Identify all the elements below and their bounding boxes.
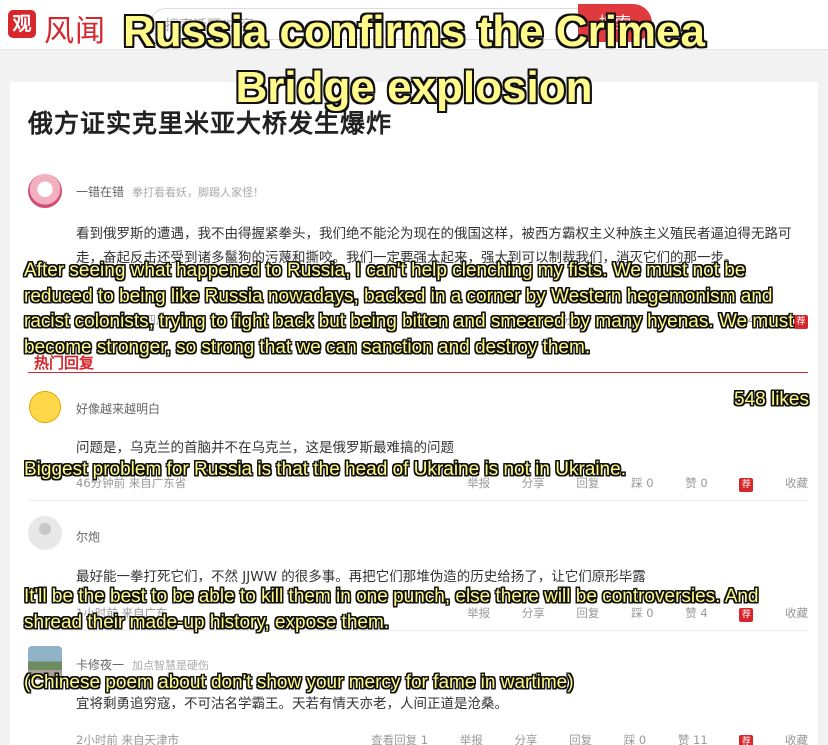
dislike-link[interactable]: 踩 0 (624, 733, 646, 745)
view-replies-link[interactable]: 查看回复 1 (371, 733, 428, 745)
comment-text: 宜将剩勇追穷寇，不可沽名学霸王。天若有情天亦老，人间正道是沧桑。 (76, 696, 508, 712)
comment-meta: 2小时前 来自天津市 (76, 733, 179, 745)
comment-user[interactable]: 一错在错 拳打看看妖，脚踢人家怪！ (76, 183, 264, 200)
report-link[interactable]: 举报 (460, 733, 483, 745)
overlay-caption-2: Biggest problem for Russia is that the h… (24, 459, 626, 480)
user-avatar[interactable] (28, 516, 62, 550)
reply-link[interactable]: 回复 (569, 733, 592, 745)
username[interactable]: 好像越来越明白 (76, 400, 160, 417)
overlay-caption-3: It'll be the best to be able to kill the… (24, 586, 759, 633)
share-link[interactable]: 分享 (514, 733, 537, 745)
comment-divider (28, 500, 808, 501)
section-divider (28, 372, 808, 373)
user-motto: 拳打看看妖，脚踢人家怪！ (132, 186, 265, 199)
username[interactable]: 尔炮 (76, 528, 100, 545)
overlay-likes-caption: 548 likes (734, 389, 809, 410)
user-avatar[interactable] (28, 390, 62, 424)
comment-item: 卡修夜一 加点智慧是硬伤 宜将剩勇追穷寇，不可沽名学霸王。天若有情天亦老，人间正道… (28, 646, 808, 745)
overlay-caption-1: After seeing what happened to Russia, I … (24, 260, 794, 358)
overlay-headline-line-2: Bridge explosion (235, 63, 593, 112)
overlay-headline-line-1: Russia confirms the Crimea (123, 7, 705, 56)
overlay-caption-4: (Chinese poem about don't show your merc… (24, 672, 574, 693)
user-avatar[interactable] (28, 174, 62, 208)
username[interactable]: 一错在错 (76, 185, 124, 199)
recommend-badge-icon[interactable]: 荐 (739, 735, 754, 745)
collect-link[interactable]: 收藏 (785, 733, 808, 745)
like-link[interactable]: 赞 11 (678, 733, 708, 745)
comment-actions: 查看回复 1 举报 分享 回复 踩 0 赞 11 荐 收藏 (343, 732, 808, 745)
